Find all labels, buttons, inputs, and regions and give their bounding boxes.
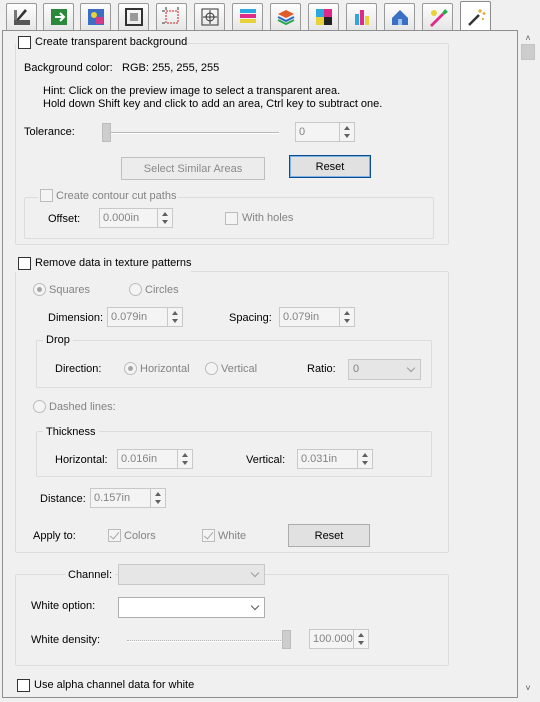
horizontal-label: Horizontal [140,363,190,375]
white-option-select[interactable] [118,597,265,618]
transparent-background-label: Create transparent background [35,36,188,48]
dashed-lines-radio[interactable] [33,400,46,413]
white-settings-group [15,574,449,666]
tab-color-bars[interactable] [232,3,263,30]
film-frame-icon [124,8,143,26]
scroll-up-icon[interactable]: ˄ [523,34,533,43]
tolerance-slider-track [103,132,279,134]
offset-label: Offset: [48,213,81,225]
channel-label: Channel: [65,568,116,582]
apply-to-label: Apply to: [33,530,76,542]
spacing-label: Spacing: [229,312,272,324]
ratio-select[interactable]: 0 [348,359,421,380]
transform-icon [50,9,67,25]
transparent-background-checkbox[interactable] [18,36,31,49]
white-density-slider-track [127,640,289,642]
layers-icon [277,10,294,26]
dimension-spinbox[interactable]: 0.079in [107,307,183,327]
chevron-down-icon [250,568,260,578]
with-holes-label: With holes [242,212,294,224]
remove-texture-checkbox[interactable] [18,257,31,270]
hint-text-line2: Hold down Shift key and click to add an … [43,98,383,110]
tab-film-frame[interactable] [118,3,149,30]
cmyk-squares-icon [315,9,332,25]
dimension-label: Dimension: [48,312,104,324]
hint-text-line1: Hint: Click on the preview image to sele… [43,85,341,97]
chevron-down-icon [250,601,260,611]
horizontal-radio[interactable] [124,362,137,375]
pen-gradient-icon [429,9,448,27]
ink-bars-icon [354,10,369,25]
chevron-down-icon [406,363,416,373]
dashed-lines-label: Dashed lines: [49,401,116,413]
background-color-value: RGB: 255, 255, 255 [122,62,220,74]
tab-layout[interactable] [6,3,37,30]
tolerance-slider-thumb[interactable] [102,123,111,142]
white-option-label: White option: [31,600,96,612]
tolerance-spinbox[interactable]: 0 [295,122,355,142]
direction-label: Direction: [55,363,102,375]
channel-select[interactable] [118,564,265,585]
spacing-spinbox[interactable]: 0.079in [279,307,355,327]
with-holes-checkbox[interactable] [225,212,238,225]
target-icon [201,8,218,26]
tolerance-label: Tolerance: [24,126,75,138]
vertical-label: Vertical [221,363,258,375]
white-density-spinbox[interactable]: 100.000 [309,629,369,649]
distance-label: Distance: [40,493,86,505]
alpha-channel-checkbox[interactable] [17,679,30,692]
tab-cmyk-squares[interactable] [308,3,339,30]
white-density-slider-thumb[interactable] [282,630,291,649]
drop-title: Drop [43,333,73,347]
apply-white-label: White [218,530,247,542]
vertical-radio[interactable] [205,362,218,375]
tab-pen-gradient[interactable] [422,3,453,30]
tab-transform[interactable] [43,3,74,30]
alpha-channel-label: Use alpha channel data for white [34,679,195,691]
apply-white-checkbox[interactable] [202,529,215,542]
apply-colors-label: Colors [124,530,156,542]
circles-label: Circles [145,284,179,296]
color-bars-icon [239,9,256,23]
thickness-horizontal-label: Horizontal: [55,454,108,466]
apply-colors-checkbox[interactable] [108,529,121,542]
contour-cut-paths-label: Create contour cut paths [56,190,177,202]
settings-panel: Create transparent background Background… [2,30,518,698]
thickness-vertical-spinbox[interactable]: 0.031in [297,449,373,469]
ratio-label: Ratio: [307,363,336,375]
white-density-label: White density: [31,634,101,646]
crop-marks-icon [161,7,178,24]
tab-magic-wand[interactable] [460,1,491,31]
tab-crop-marks[interactable] [156,3,187,30]
texture-reset-button[interactable]: Reset [288,524,370,547]
transparent-reset-button[interactable]: Reset [289,155,371,178]
tab-layers[interactable] [270,3,301,30]
squares-radio[interactable] [33,283,46,296]
squares-label: Squares [49,284,90,296]
contour-cut-paths-checkbox[interactable] [40,189,53,202]
remove-texture-label: Remove data in texture patterns [35,257,192,269]
tab-ink-bars[interactable] [346,3,377,30]
tab-house-shape[interactable] [384,3,415,30]
image-color-icon [87,9,104,25]
thickness-title: Thickness [43,425,99,439]
thickness-horizontal-spinbox[interactable]: 0.016in [117,449,193,469]
tab-target[interactable] [194,3,225,30]
offset-spinbox[interactable]: 0.000in [99,208,173,228]
layout-icon [13,9,30,25]
background-color-label: Background color: [24,62,113,74]
tab-image-color[interactable] [80,3,111,30]
scrollbar-thumb[interactable] [521,44,535,60]
distance-spinbox[interactable]: 0.157in [90,488,166,508]
scroll-down-icon[interactable]: ˅ [523,684,533,693]
vertical-scrollbar[interactable]: ˄ ˅ [518,30,538,698]
circles-radio[interactable] [129,283,142,296]
magic-wand-icon [467,8,485,26]
house-shape-icon [391,10,408,25]
thickness-vertical-label: Vertical: [246,454,286,466]
select-similar-areas-button[interactable]: Select Similar Areas [121,157,265,180]
